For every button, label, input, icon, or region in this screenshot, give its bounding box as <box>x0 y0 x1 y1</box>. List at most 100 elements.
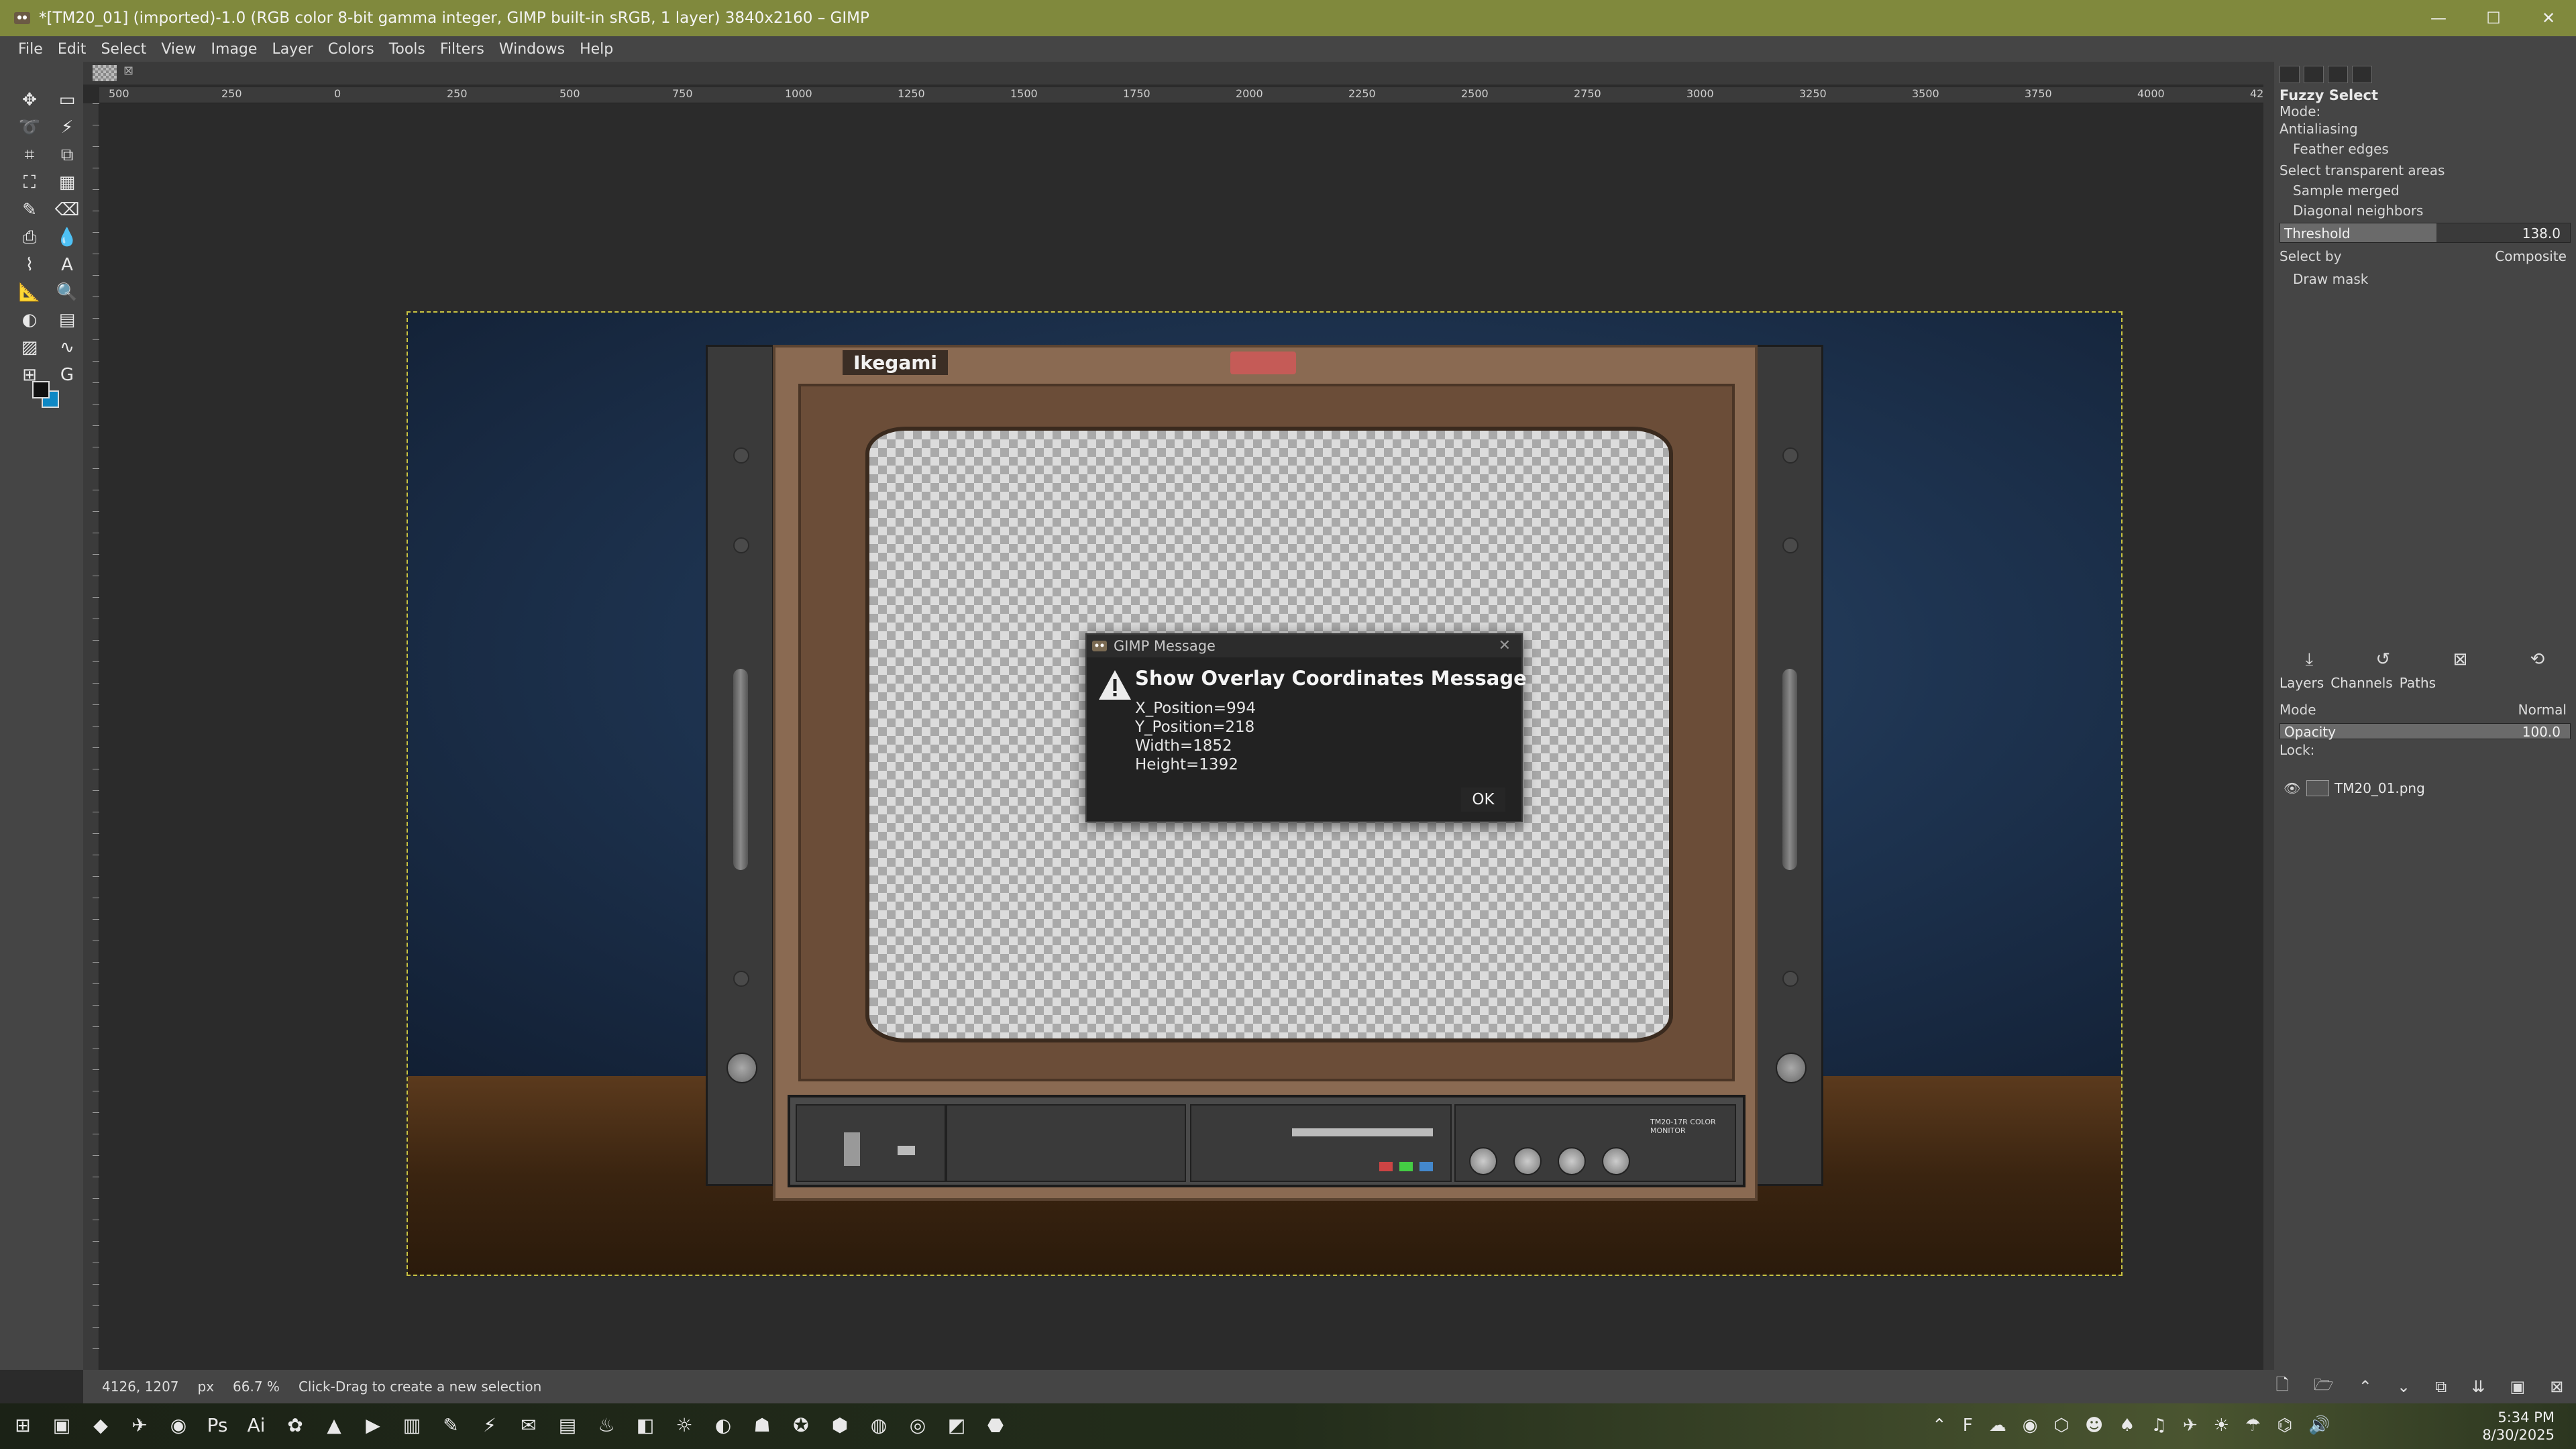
tab-layers[interactable]: Layers <box>2279 675 2324 691</box>
tray-app-icon[interactable]: F <box>1963 1415 1973 1436</box>
unit-dropdown[interactable]: px <box>198 1379 215 1395</box>
foreground-color-swatch[interactable] <box>32 381 50 398</box>
app-icon[interactable]: ▥ <box>397 1410 427 1440</box>
delete-layer-icon[interactable]: ⊠ <box>2550 1377 2563 1396</box>
tray-app-icon[interactable]: ☁ <box>1989 1415 2006 1436</box>
warp-tool-icon[interactable]: ⛶ <box>13 170 46 195</box>
photoshop-icon[interactable]: Ps <box>203 1410 232 1440</box>
device-status-tab[interactable] <box>2304 66 2324 83</box>
tab-paths[interactable]: Paths <box>2400 675 2436 691</box>
volume-icon[interactable]: 🔊 <box>2308 1415 2330 1436</box>
menu-edit[interactable]: Edit <box>50 41 94 58</box>
select-by-dropdown[interactable]: Composite <box>2495 248 2567 264</box>
app-icon[interactable]: ▶ <box>358 1410 388 1440</box>
duplicate-layer-icon[interactable]: ⧉ <box>2435 1377 2447 1396</box>
select-transparent-checkbox[interactable]: Select transparent areas <box>2279 162 2445 178</box>
layer-mask-icon[interactable]: ▣ <box>2510 1377 2526 1396</box>
app-icon[interactable]: ☼ <box>669 1410 699 1440</box>
smudge-tool-icon[interactable]: 💧 <box>51 225 83 250</box>
menu-colors[interactable]: Colors <box>321 41 382 58</box>
app-icon[interactable]: ◧ <box>631 1410 660 1440</box>
zoom-dropdown[interactable]: 66.7 % <box>233 1379 280 1395</box>
lower-layer-icon[interactable]: ⌄ <box>2397 1377 2410 1396</box>
app-icon[interactable]: ◐ <box>708 1410 738 1440</box>
app-icon[interactable]: ✪ <box>786 1410 816 1440</box>
app-icon[interactable]: ▲ <box>319 1410 349 1440</box>
gradient-tool-icon[interactable]: ▦ <box>51 170 83 195</box>
transform-tool-icon[interactable]: ⧉ <box>51 142 83 168</box>
canvas-area[interactable]: ⊠ 500 250 0 250 500 750 1000 1250 1500 1750 2000 22… <box>83 62 2277 1371</box>
image-tab-close-icon[interactable]: ⊠ <box>123 64 133 78</box>
app-icon[interactable]: ✎ <box>436 1410 466 1440</box>
tray-app-icon[interactable]: ✈ <box>2183 1415 2198 1436</box>
menu-image[interactable]: Image <box>204 41 265 58</box>
tray-app-icon[interactable]: ♠ <box>2119 1415 2135 1436</box>
diagonal-neighbors-checkbox[interactable]: Diagonal neighbors <box>2293 203 2423 219</box>
dock-separator[interactable] <box>2263 62 2274 1370</box>
restore-options-icon[interactable]: ↺ <box>2375 649 2390 669</box>
text-tool-icon[interactable]: A <box>51 252 83 278</box>
app-icon[interactable]: ✿ <box>280 1410 310 1440</box>
layer-visibility-eye-icon[interactable]: 👁 <box>2284 780 2300 796</box>
menu-file[interactable]: File <box>11 41 50 58</box>
save-options-icon[interactable]: ⤓ <box>2306 649 2314 670</box>
app-icon[interactable]: ♨ <box>592 1410 621 1440</box>
tray-app-icon[interactable]: ◉ <box>2023 1415 2038 1436</box>
edge-browser-icon[interactable]: ◉ <box>164 1410 193 1440</box>
tray-app-icon[interactable]: ♫ <box>2151 1415 2167 1436</box>
chrome-icon[interactable]: ◎ <box>903 1410 932 1440</box>
feather-edges-checkbox[interactable]: Feather edges <box>2293 141 2389 157</box>
app-icon[interactable]: ⬢ <box>825 1410 855 1440</box>
task-view-icon[interactable]: ▣ <box>47 1410 76 1440</box>
new-layer-group-icon[interactable]: 🗁 <box>2314 1373 2334 1401</box>
illustrator-icon[interactable]: Ai <box>241 1410 271 1440</box>
clone-tool-icon[interactable]: ⎙ <box>13 225 46 250</box>
images-tab[interactable] <box>2352 66 2372 83</box>
tray-app-icon[interactable]: ☀ <box>2214 1415 2229 1436</box>
fuzzy-select-tool-icon[interactable]: ⚡ <box>51 115 83 140</box>
threshold-slider[interactable]: Threshold 138.0 <box>2279 223 2571 243</box>
fg-bg-color-swatches[interactable] <box>32 381 62 408</box>
app-icon[interactable]: ◍ <box>864 1410 894 1440</box>
close-window-button[interactable]: ✕ <box>2521 0 2576 36</box>
tray-app-icon[interactable]: ☻ <box>2085 1415 2103 1436</box>
crop-tool-icon[interactable]: ⌗ <box>13 142 46 168</box>
raise-layer-icon[interactable]: ⌃ <box>2359 1377 2372 1396</box>
gimp-taskbar-icon[interactable]: ◩ <box>942 1410 971 1440</box>
dodge-tool-icon[interactable]: ◐ <box>13 307 46 333</box>
menu-help[interactable]: Help <box>572 41 621 58</box>
eraser-tool-icon[interactable]: ⌫ <box>51 197 83 223</box>
antialiasing-checkbox[interactable]: Antialiasing <box>2279 121 2358 137</box>
paintbrush-tool-icon[interactable]: ✎ <box>13 197 46 223</box>
menu-select[interactable]: Select <box>93 41 154 58</box>
tray-app-icon[interactable]: ☂ <box>2245 1415 2261 1436</box>
measure-tool-icon[interactable]: 📐 <box>13 280 46 305</box>
ok-button[interactable]: OK <box>1461 788 1505 812</box>
rect-select-tool-icon[interactable]: ▭ <box>51 87 83 113</box>
vertical-ruler[interactable] <box>83 103 99 1371</box>
image-tab-thumbnail[interactable] <box>93 65 117 81</box>
app-icon[interactable]: ✉ <box>514 1410 543 1440</box>
horizontal-ruler[interactable]: 500 250 0 250 500 750 1000 1250 1500 1750 2000 2250… <box>99 87 2277 103</box>
app-icon[interactable]: ⬣ <box>981 1410 1010 1440</box>
lasso-tool-icon[interactable]: ➰ <box>13 115 46 140</box>
app-icon[interactable]: ⚡ <box>475 1410 504 1440</box>
dialog-close-icon[interactable]: ✕ <box>1499 637 1511 654</box>
app-icon[interactable]: ◆ <box>86 1410 115 1440</box>
tray-chevron-icon[interactable]: ⌃ <box>1932 1415 1947 1436</box>
app-icon[interactable]: ☗ <box>747 1410 777 1440</box>
maximize-button[interactable]: ☐ <box>2466 0 2521 36</box>
app-icon[interactable]: ✈ <box>125 1410 154 1440</box>
tray-app-icon[interactable]: ⬡ <box>2053 1415 2069 1436</box>
minimize-button[interactable]: — <box>2411 0 2466 36</box>
opacity-slider[interactable]: Opacity 100.0 <box>2279 723 2571 740</box>
move-tool-icon[interactable]: ✥ <box>13 87 46 113</box>
reset-options-icon[interactable]: ⟲ <box>2530 649 2545 669</box>
layer-row[interactable]: 👁 TM20_01.png <box>2279 777 2571 800</box>
menu-windows[interactable]: Windows <box>492 41 572 58</box>
new-layer-icon[interactable]: 🗋 <box>2276 1373 2289 1401</box>
menu-layer[interactable]: Layer <box>264 41 320 58</box>
sample-merged-checkbox[interactable]: Sample merged <box>2293 182 2400 199</box>
align-tool-icon[interactable]: ▤ <box>51 307 83 333</box>
curves-tool-icon[interactable]: ∿ <box>51 335 83 360</box>
